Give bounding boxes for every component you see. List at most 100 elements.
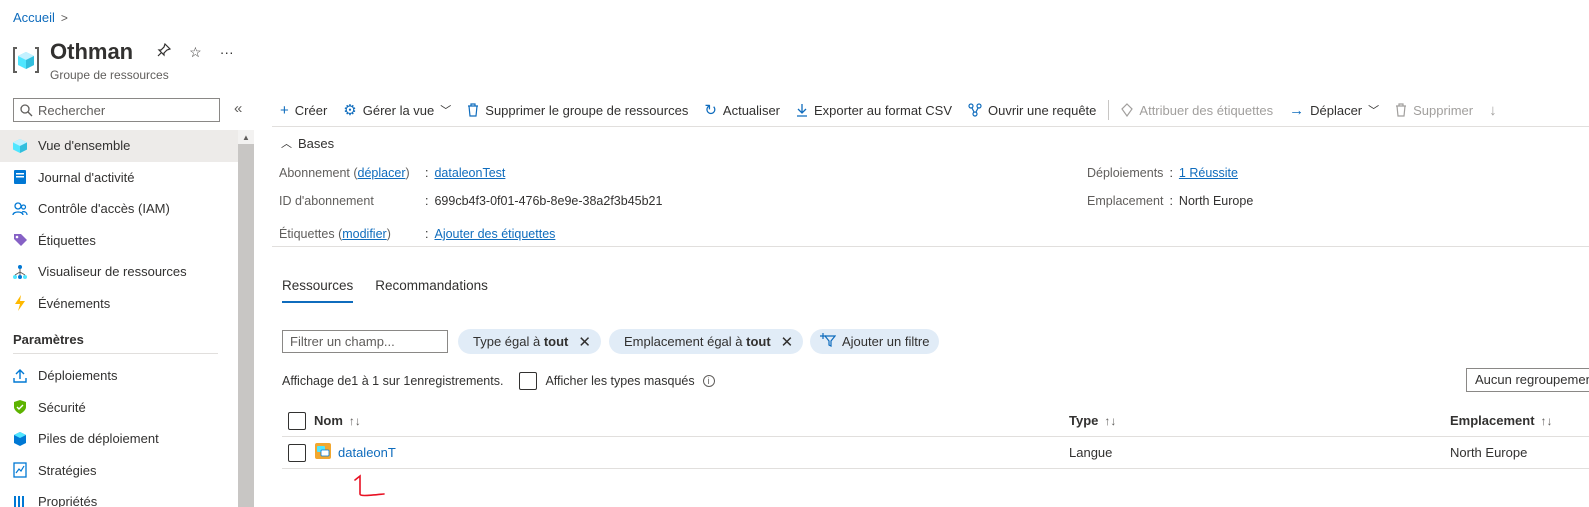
more-options-icon[interactable]: ···: [220, 38, 234, 66]
chevron-up-icon: ︿: [281, 138, 292, 150]
tab-recommendations[interactable]: Recommandations: [375, 278, 488, 303]
sidebar-item-label: Étiquettes: [38, 232, 96, 248]
type-filter-label: Type égal à: [473, 334, 544, 349]
sort-icon: ↑↓: [1540, 413, 1553, 428]
column-header-type[interactable]: Type ↑↓: [1069, 405, 1116, 436]
subscription-id-value: 699cb4f3-0f01-476b-8e9e-38a2f3b45b21: [434, 194, 663, 208]
tags-label: Étiquettes (: [279, 227, 343, 241]
essentials-tags: Étiquettes (modifier) : Ajouter des étiq…: [279, 227, 556, 241]
move-label: Déplacer: [1310, 102, 1363, 118]
column-header-location[interactable]: Emplacement ↑↓: [1450, 405, 1553, 436]
sidebar-item-label: Propriétés: [38, 494, 98, 507]
location-label: Emplacement: [1087, 194, 1164, 208]
sidebar-item-label: Journal d'activité: [38, 169, 135, 185]
sidebar: Vue d'ensemble Journal d'activité Contrô…: [0, 130, 238, 507]
show-hidden-types-checkbox[interactable]: [519, 372, 538, 390]
column-header-name[interactable]: Nom ↑↓: [314, 405, 361, 436]
scroll-up-icon[interactable]: ▲: [238, 130, 254, 144]
activity-log-icon: [12, 169, 28, 185]
delete-button[interactable]: Supprimer: [1387, 96, 1481, 124]
essentials-location: Emplacement : North Europe: [1087, 194, 1254, 208]
table-row[interactable]: dataleonT Langue North Europe: [282, 437, 1589, 469]
filter-field-input[interactable]: Filtrer un champ...: [282, 330, 448, 353]
cube-icon: [12, 138, 28, 154]
manage-view-label: Gérer la vue: [362, 102, 435, 118]
delete-resource-group-button[interactable]: Supprimer le groupe de ressources: [459, 96, 696, 124]
records-mid2: sur: [379, 374, 404, 388]
sidebar-scrollbar[interactable]: ▲: [238, 130, 254, 507]
sidebar-item-deployments[interactable]: Déploiements: [0, 360, 238, 392]
subscription-move-link[interactable]: déplacer: [358, 166, 406, 180]
column-location-label: Emplacement: [1450, 413, 1535, 428]
essentials-deployments: Déploiements : 1 Réussite: [1087, 166, 1238, 180]
sidebar-item-overview[interactable]: Vue d'ensemble: [0, 130, 238, 162]
assign-tags-button[interactable]: Attribuer des étiquettes: [1113, 96, 1281, 124]
add-tags-link[interactable]: Ajouter des étiquettes: [434, 227, 555, 241]
essentials-divider: [272, 246, 1589, 247]
sidebar-item-label: Déploiements: [38, 368, 118, 384]
close-icon[interactable]: ✕: [781, 333, 794, 351]
location-value: North Europe: [1178, 194, 1254, 208]
sidebar-item-properties[interactable]: Propriétés: [0, 486, 238, 507]
essentials-title: Bases: [298, 135, 335, 151]
delete-resource-group-label: Supprimer le groupe de ressources: [485, 102, 689, 118]
create-label: Créer: [294, 102, 328, 118]
chevron-down-icon: ﹀: [1368, 105, 1380, 117]
sidebar-item-policies[interactable]: Stratégies: [0, 455, 238, 487]
resource-group-icon: [13, 47, 39, 73]
table-header: Nom ↑↓ Type ↑↓ Emplacement ↑↓: [282, 405, 1589, 437]
location-filter-pill[interactable]: Emplacement égal à tout ✕: [609, 329, 804, 354]
sidebar-item-deployment-stacks[interactable]: Piles de déploiement: [0, 423, 238, 455]
stack-icon: [12, 431, 28, 447]
sidebar-item-iam[interactable]: Contrôle d'accès (IAM): [0, 193, 238, 225]
pin-icon[interactable]: [157, 38, 172, 66]
export-csv-button[interactable]: Exporter au format CSV: [788, 96, 960, 124]
sidebar-item-events[interactable]: Événements: [0, 288, 238, 320]
essentials-toggle[interactable]: ︿ Bases: [281, 135, 334, 151]
search-placeholder: Rechercher: [38, 102, 106, 118]
page-title: Othman: [50, 39, 134, 64]
records-suffix: enregistrements.: [410, 374, 504, 388]
export-button[interactable]: ↓: [1481, 96, 1505, 124]
move-button[interactable]: → Déplacer ﹀: [1281, 96, 1387, 124]
delete-label: Supprimer: [1413, 102, 1474, 118]
essentials-subscription-id: ID d'abonnement : 699cb4f3-0f01-476b-8e9…: [279, 194, 663, 208]
resource-name-cell: dataleonT: [314, 437, 396, 468]
create-button[interactable]: + Créer: [272, 96, 335, 124]
star-icon[interactable]: ☆: [189, 38, 202, 66]
upload-icon: [12, 368, 28, 384]
properties-icon: [12, 494, 28, 507]
grouping-dropdown[interactable]: Aucun regroupement: [1466, 368, 1589, 392]
trash-icon: [1395, 103, 1407, 117]
sidebar-search-input[interactable]: Rechercher: [13, 98, 220, 122]
sidebar-item-resource-visualizer[interactable]: Visualiseur de ressources: [0, 256, 238, 288]
sidebar-item-tags[interactable]: Étiquettes: [0, 225, 238, 257]
tab-resources[interactable]: Ressources: [282, 278, 354, 303]
select-all-checkbox[interactable]: [288, 405, 306, 436]
toolbar-divider-line: [272, 126, 1589, 127]
breadcrumb-home-link[interactable]: Accueil: [13, 10, 55, 25]
trash-icon: [467, 103, 479, 117]
query-icon: [968, 103, 982, 117]
add-filter-button[interactable]: Ajouter un filtre: [810, 329, 940, 354]
tags-modify-link[interactable]: modifier: [342, 227, 386, 241]
type-filter-pill[interactable]: Type égal à tout ✕: [458, 329, 601, 354]
close-icon[interactable]: ✕: [578, 333, 591, 351]
refresh-button[interactable]: ↻ Actualiser: [696, 96, 788, 124]
records-from: 1: [351, 374, 359, 388]
sidebar-item-activity-log[interactable]: Journal d'activité: [0, 162, 238, 194]
resource-name-link[interactable]: dataleonT: [338, 445, 396, 460]
sidebar-item-security[interactable]: Sécurité: [0, 392, 238, 424]
deployments-link[interactable]: 1 Réussite: [1179, 166, 1238, 180]
tag-icon: [12, 232, 28, 248]
subscription-link[interactable]: dataleonTest: [434, 166, 505, 180]
open-query-button[interactable]: Ouvrir une requête: [960, 96, 1104, 124]
records-summary: Affichage de 1 à 1 sur 1 enregistrements…: [282, 372, 715, 390]
collapse-sidebar-icon[interactable]: «: [234, 100, 242, 117]
sidebar-divider: [13, 353, 218, 354]
page-subtitle: Groupe de ressources: [50, 68, 169, 82]
info-icon[interactable]: i: [702, 375, 715, 387]
row-checkbox[interactable]: [288, 437, 306, 468]
manage-view-button[interactable]: ⚙ Gérer la vue ﹀: [335, 96, 459, 124]
plus-icon: +: [280, 101, 289, 119]
